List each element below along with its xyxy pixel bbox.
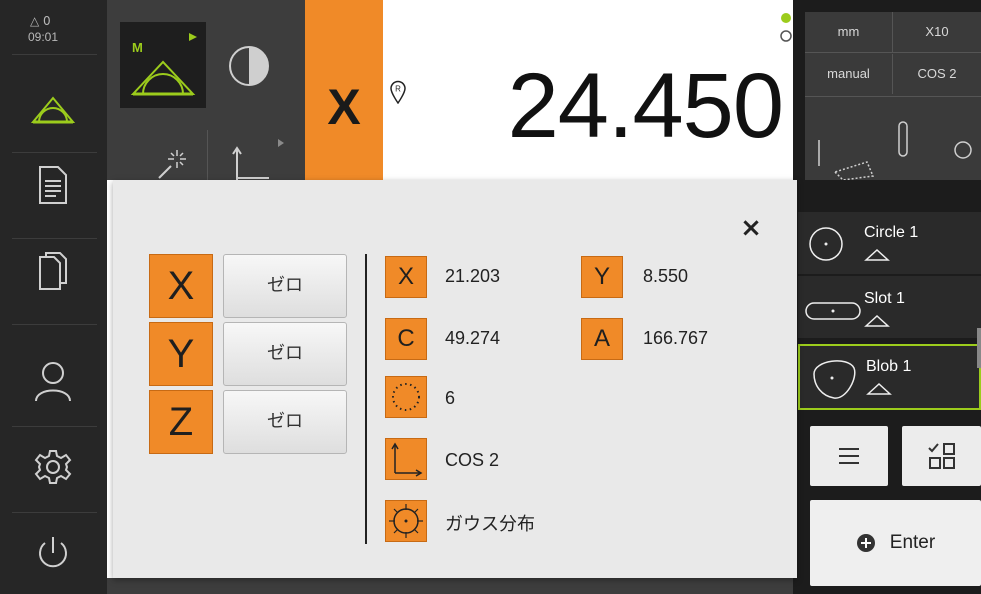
report-icon[interactable] <box>28 160 78 210</box>
contrast-icon[interactable] <box>228 45 270 87</box>
coordinate-system-value: COS 2 <box>445 450 500 470</box>
result-a-icon: A <box>581 318 623 360</box>
triangle-measure-icon <box>130 60 196 96</box>
feature-label: Slot 1 <box>864 290 905 307</box>
enter-button[interactable]: Enter <box>810 500 981 586</box>
feature-label: Blob 1 <box>866 358 912 375</box>
svg-text:R: R <box>395 85 401 94</box>
plus-circle-icon <box>856 534 875 552</box>
feature-preview-icon <box>818 121 972 180</box>
result-c-icon: C <box>385 318 427 360</box>
feature-list-item-circle[interactable]: Circle 1 <box>798 212 981 274</box>
coordinate-system-tool-icon[interactable] <box>227 144 277 180</box>
zoom-button[interactable]: X10 <box>893 12 981 52</box>
status-indicator-icon <box>780 13 792 42</box>
blob-feature-icon <box>813 360 856 399</box>
result-c-value: 49.274 <box>445 328 501 348</box>
result-y-icon: Y <box>581 256 623 298</box>
axis-letter: X <box>327 79 361 135</box>
gaussian-fit-icon <box>385 500 427 542</box>
axis-x-label: X <box>149 254 213 318</box>
unit-button[interactable]: mm <box>805 12 893 52</box>
reference-mark-icon: R <box>389 80 407 109</box>
main-menu-sidebar: △ 0 09:01 <box>0 0 107 594</box>
zero-y-button[interactable]: ゼロ <box>223 322 347 386</box>
triangle-icon <box>864 314 890 327</box>
list-scrollbar[interactable] <box>977 328 981 368</box>
result-a-value: 166.767 <box>643 328 709 348</box>
footer-strip <box>107 578 793 594</box>
user-icon[interactable] <box>28 356 78 406</box>
zero-z-button[interactable]: ゼロ <box>223 390 347 454</box>
feature-result-dialog: × X ゼロ Y ゼロ Z ゼロ X 21.203 Y 8.550 C 49.2… <box>113 180 797 578</box>
points-value: 6 <box>445 388 456 408</box>
circle-feature-icon <box>809 227 843 261</box>
select-features-button[interactable] <box>902 426 981 486</box>
warning-count[interactable]: △ 0 <box>30 14 51 28</box>
result-x-value: 21.203 <box>445 266 501 286</box>
zero-x-button[interactable]: ゼロ <box>223 254 347 318</box>
axis-selector[interactable]: X <box>305 0 383 180</box>
result-y-value: 8.550 <box>643 266 689 286</box>
hamburger-icon <box>839 448 859 464</box>
power-icon[interactable] <box>28 528 78 578</box>
triangle-icon <box>866 382 892 395</box>
magic-wand-icon[interactable] <box>155 146 189 180</box>
fit-method-value: ガウス分布 <box>445 514 535 535</box>
mode-letter: M <box>132 40 143 55</box>
coordinate-system-icon <box>385 438 427 480</box>
axis-y-label: Y <box>149 322 213 386</box>
inspector-panel: mm X10 manual COS 2 Circle 1 Slot 1 Blob… <box>780 0 981 594</box>
position-value: 24.450 <box>507 55 784 157</box>
position-display: R 24.450 <box>383 0 793 180</box>
feature-list-item-blob[interactable]: Blob 1 <box>798 344 981 410</box>
tool-palette: M <box>107 0 305 180</box>
play-icon <box>189 33 197 41</box>
measure-icon[interactable] <box>28 84 78 134</box>
settings-icon[interactable] <box>28 442 78 492</box>
select-grid-icon <box>927 443 955 469</box>
clock-time: 09:01 <box>28 30 59 44</box>
list-menu-button[interactable] <box>810 426 888 486</box>
feature-label: Circle 1 <box>864 224 919 241</box>
enter-label: Enter <box>889 532 936 553</box>
settings-grid: mm X10 manual COS 2 <box>805 12 981 180</box>
coordinate-system-button[interactable]: COS 2 <box>893 54 981 94</box>
axis-z-label: Z <box>149 390 213 454</box>
feature-list-item-slot[interactable]: Slot 1 <box>798 276 981 338</box>
expand-arrow-icon <box>278 139 284 147</box>
files-icon[interactable] <box>28 246 78 296</box>
close-button[interactable]: × <box>733 210 769 246</box>
triangle-icon <box>864 248 890 261</box>
measure-mode-tile[interactable]: M <box>120 22 206 108</box>
points-icon <box>385 376 427 418</box>
slot-feature-icon <box>805 302 861 320</box>
result-x-icon: X <box>385 256 427 298</box>
mode-button[interactable]: manual <box>805 54 893 94</box>
dialog-divider <box>365 254 367 544</box>
